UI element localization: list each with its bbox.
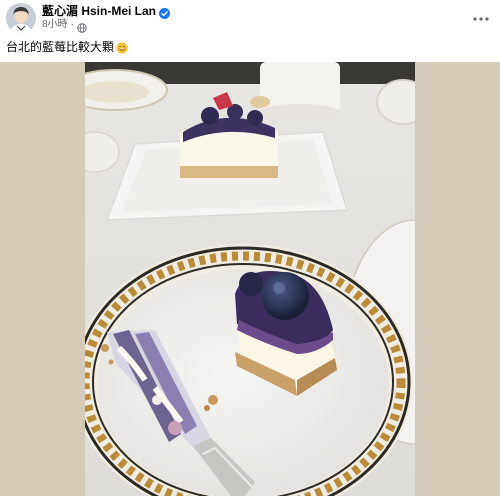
post-meta: 8小時 · [42,19,87,33]
post-timestamp[interactable]: 8小時 [42,19,68,31]
smiling-face-emoji-icon [116,41,128,54]
post-text: 台北的藍莓比較大顆 [6,40,128,55]
author-name[interactable]: 藍心湄 Hsin-Mei Lan [42,4,156,18]
post-header: 藍心湄 Hsin-Mei Lan 8小時 · [0,0,500,36]
verified-badge-icon [159,6,171,19]
globe-icon[interactable] [77,20,87,33]
post-photo[interactable] [85,62,415,496]
facebook-post: 藍心湄 Hsin-Mei Lan 8小時 · 台北的藍莓比較大顆 [0,0,500,496]
author-line: 藍心湄 Hsin-Mei Lan [42,4,171,19]
author-avatar[interactable] [6,3,36,33]
meta-separator: · [70,19,74,30]
post-message: 台北的藍莓比較大顆 [6,40,115,54]
post-media [0,62,500,496]
more-options-button[interactable] [470,6,492,28]
more-options-icon [473,8,489,26]
